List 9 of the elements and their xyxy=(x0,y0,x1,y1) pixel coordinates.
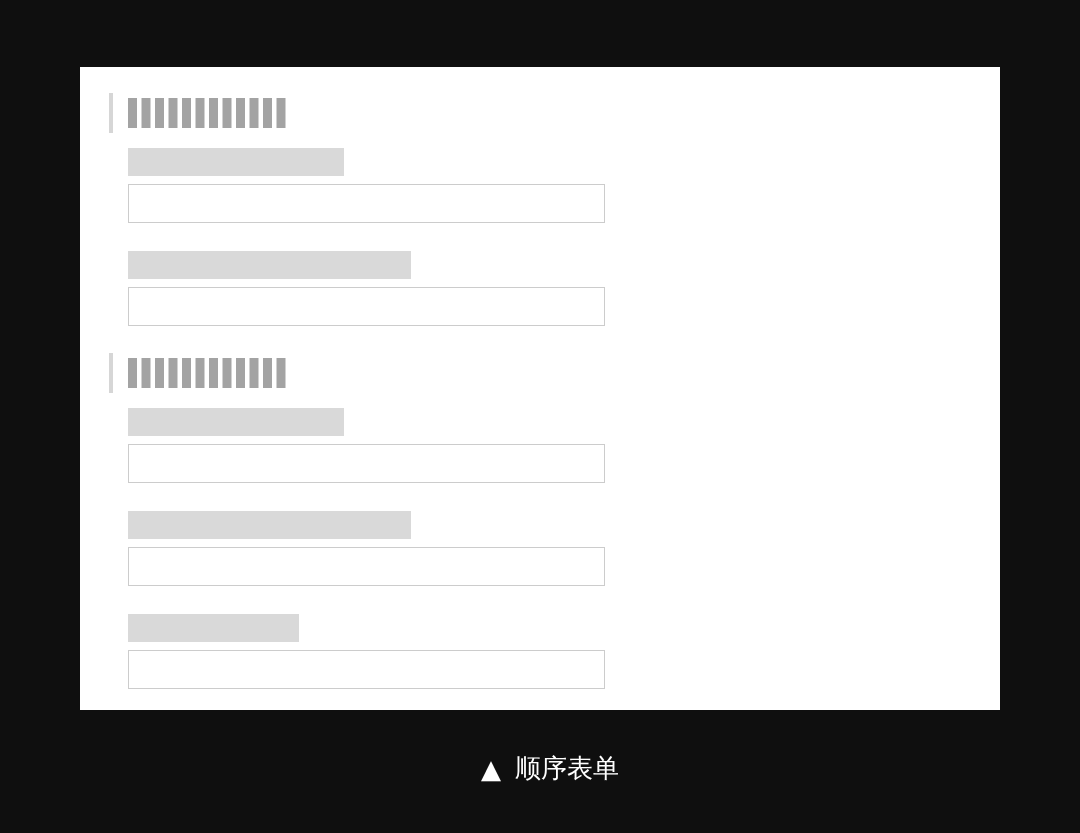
section-accent-bar xyxy=(109,353,113,393)
caption: 顺序表单 xyxy=(515,752,619,785)
triangle-marker: ▲ xyxy=(481,753,501,784)
section-accent-bar xyxy=(109,93,113,133)
input-field[interactable] xyxy=(128,287,605,326)
input-field[interactable] xyxy=(128,547,605,586)
input-field[interactable] xyxy=(128,184,605,223)
input-field[interactable] xyxy=(128,650,605,689)
input-field[interactable] xyxy=(128,444,605,483)
